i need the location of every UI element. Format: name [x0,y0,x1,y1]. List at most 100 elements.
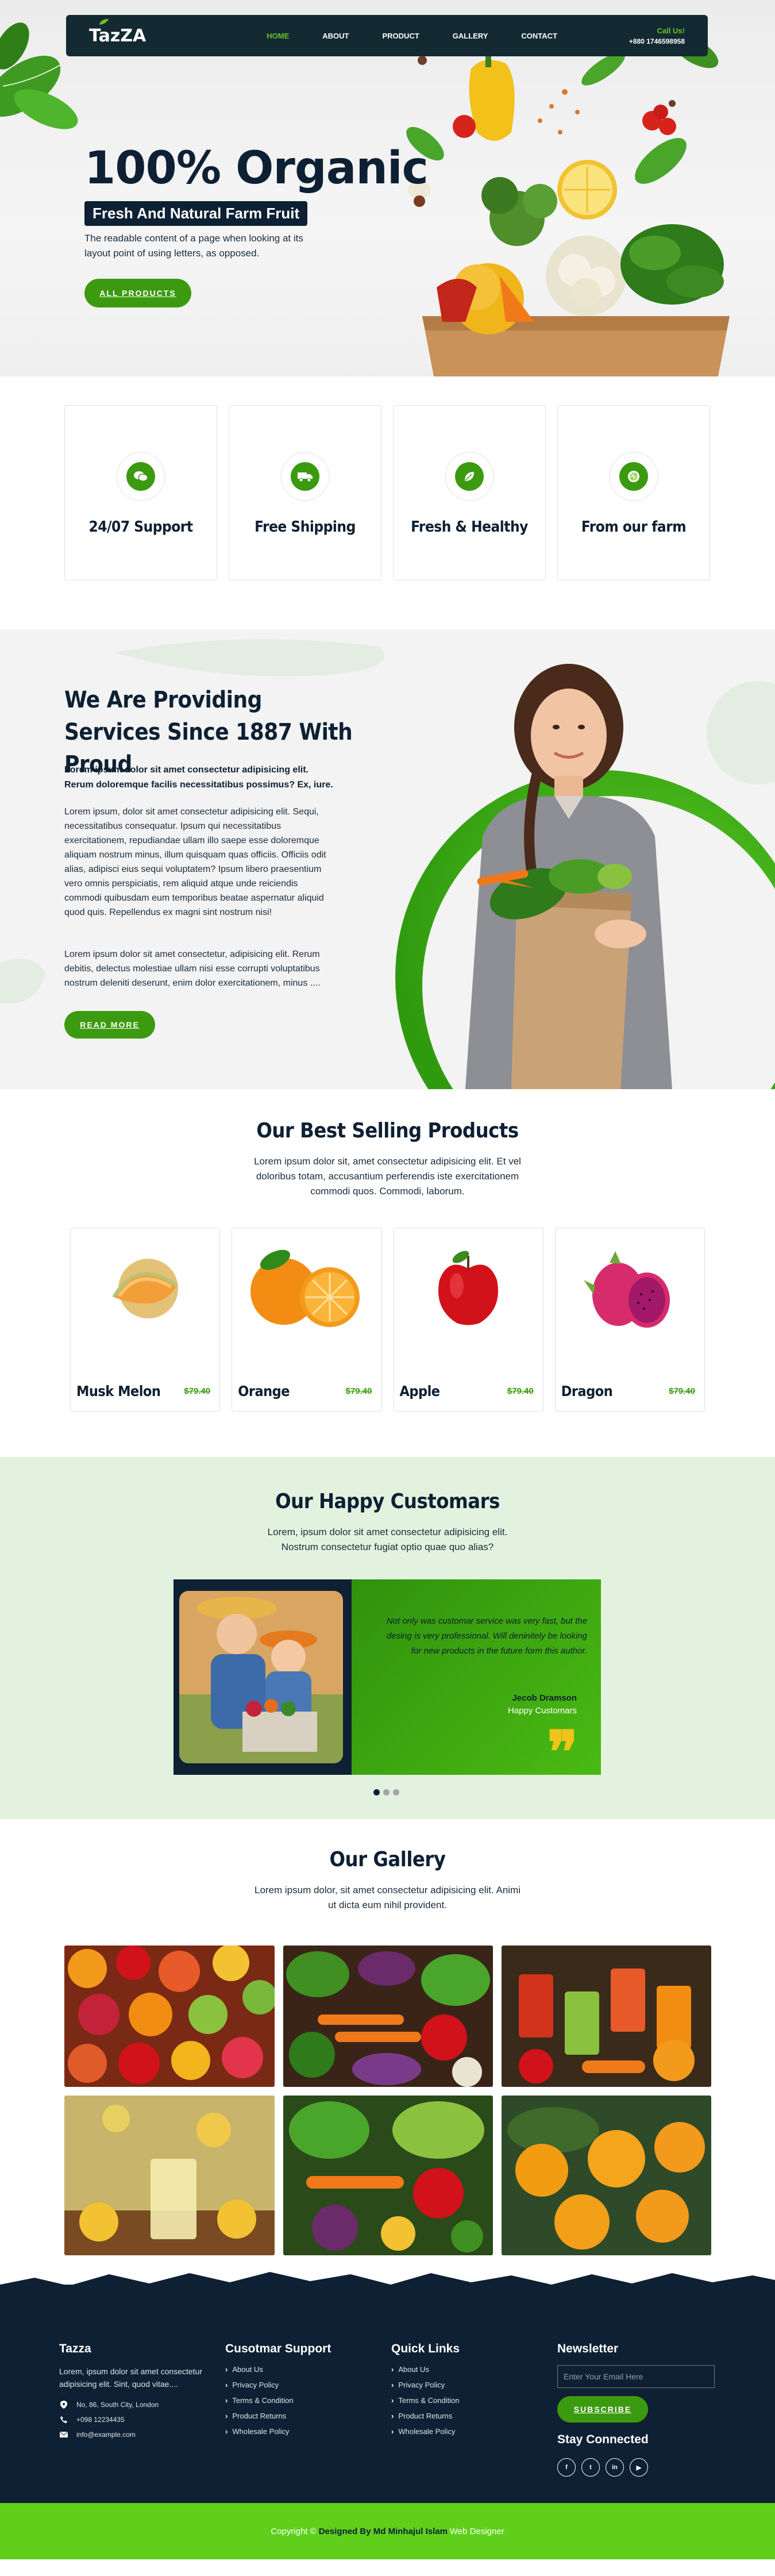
copyright-prefix: Copyright © [271,2526,317,2536]
footer-email[interactable]: info@example.com [59,2431,214,2439]
footer-link[interactable]: › Terms & Condition [225,2396,331,2405]
newsletter-email-input[interactable] [557,2365,715,2388]
product-card[interactable]: Musk Melon $79.40 [70,1228,221,1412]
product-price: $79.40 [184,1386,211,1396]
customer-photo [179,1591,343,1763]
nav-link-gallery[interactable]: GALLERY [453,32,488,40]
footer-link[interactable]: › Privacy Policy [225,2381,331,2389]
apple-image [394,1245,543,1343]
quote-mark-icon: ❞ [547,1718,578,1786]
facebook-icon[interactable]: f [557,2458,576,2477]
testimonial-role: Happy Customars [507,1706,577,1716]
logo-text: TazZA [89,25,146,46]
gallery-image-veggie-pile[interactable] [283,2096,493,2255]
features-section: 24/07 Support Free Shipping Fresh & Heal… [0,376,775,629]
nav-link-product[interactable]: PRODUCT [383,32,419,40]
gallery-section: Our Gallery Lorem ipsum dolor, sit amet … [0,1819,775,2285]
chevron-right-icon: › [225,2412,228,2420]
about-paragraph: Lorem ipsum dolor sit amet consectetur, … [64,949,321,988]
carousel-dot[interactable] [373,1789,380,1795]
footer-link[interactable]: › About Us [391,2365,460,2374]
feature-title: Free Shipping [255,518,356,536]
footer-phone[interactable]: +098 12234435 [59,2416,214,2424]
support-chat-icon [116,452,165,501]
gallery-description: Lorem ipsum dolor, sit amet consectetur … [255,1885,520,1910]
stay-connected-title: Stay Connected [557,2433,649,2446]
call-number[interactable]: +880 1746598958 [629,37,685,45]
top-navbar: TazZA HOME ABOUT PRODUCT GALLERY CONTACT… [66,15,708,56]
phone-icon [59,2416,68,2423]
footer-link[interactable]: › Product Returns [391,2412,460,2420]
copyright-suffix: Web Designer [449,2526,504,2536]
product-grid: Musk Melon $79.40 Orange $79.40 Apple $7… [0,1228,775,1412]
carousel-dot[interactable] [383,1789,390,1795]
twitter-icon[interactable]: t [581,2458,600,2477]
nav-link-contact[interactable]: CONTACT [521,32,557,40]
subscribe-button[interactable]: SUBSCRIBE [557,2396,648,2423]
call-info: Call Us! +880 1746598958 [629,26,685,45]
footer-newsletter-column: Newsletter SUBSCRIBE Stay Connected f t … [557,2342,715,2477]
all-products-button[interactable]: ALL PRODUCTS [84,279,191,307]
product-card[interactable]: Dragon $79.40 [554,1228,705,1412]
musk-melon-image [71,1245,219,1343]
feature-card-shipping: Free Shipping [229,405,381,580]
chevron-right-icon: › [225,2365,228,2374]
about-paragraph: Lorem ipsum, dolor sit amet consectetur … [64,807,326,917]
product-name: Apple [399,1383,441,1400]
products-section: Our Best Selling Products Lorem ipsum do… [0,1089,775,1457]
chevron-right-icon: › [391,2427,394,2436]
gallery-image-vegetables[interactable] [283,1946,493,2087]
product-price: $79.40 [507,1386,534,1396]
testimonials-description: Lorem, ipsum dolor sit amet consectetur … [267,1527,508,1552]
product-price: $79.40 [669,1386,695,1396]
footer-address: No, 86, South City, London [59,2401,214,2409]
call-label: Call Us! [657,26,685,35]
footer-about-column: Tazza Lorem, ipsum dolor sit amet consec… [59,2342,214,2439]
product-name: Orange [238,1383,290,1400]
gallery-image-lemonade[interactable] [64,2096,275,2255]
hero-section: TazZA HOME ABOUT PRODUCT GALLERY CONTACT… [0,0,775,376]
product-card[interactable]: Apple $79.40 [393,1228,543,1412]
products-title: Our Best Selling Products [256,1119,519,1143]
delivery-truck-icon [280,452,330,501]
feature-title: From our farm [581,518,687,536]
footer-link[interactable]: › Privacy Policy [391,2381,460,2389]
location-icon [59,2401,68,2409]
read-more-button[interactable]: READ MORE [64,1011,155,1039]
chevron-right-icon: › [225,2427,228,2436]
footer-link[interactable]: › Product Returns [225,2412,331,2420]
gallery-image-juices[interactable] [502,1946,711,2087]
footer: Tazza Lorem, ipsum dolor sit amet consec… [0,2272,775,2503]
woman-with-groceries-illustration [465,664,672,1089]
footer-brand: Tazza [59,2342,91,2355]
gallery-image-oranges[interactable] [502,2096,711,2255]
nav-link-about[interactable]: ABOUT [322,32,349,40]
copyright-designer[interactable]: Designed By Md Minhajul Islam [319,2527,448,2536]
site-logo[interactable]: TazZA [89,18,146,46]
footer-support-title: Cusotmar Support [225,2342,331,2355]
footer-link[interactable]: › Wholesale Policy [391,2427,460,2436]
chevron-right-icon: › [391,2381,394,2389]
chevron-right-icon: › [225,2381,228,2389]
orange-image [232,1245,381,1343]
products-description: Lorem ipsum dolor sit, amet consectetur … [254,1156,521,1197]
footer-link[interactable]: › Wholesale Policy [225,2427,331,2436]
youtube-icon[interactable]: ▶ [630,2458,648,2477]
footer-newsletter-title: Newsletter [557,2342,619,2355]
linkedin-icon[interactable]: in [606,2458,624,2477]
footer-support-column: Cusotmar Support › About Us › Privacy Poli… [225,2342,331,2443]
nav-link-home[interactable]: HOME [267,32,289,40]
feature-title: 24/07 Support [88,518,193,536]
footer-quick-links-column: Quick Links › About Us › Privacy Policy › T… [391,2342,460,2443]
nav-links: HOME ABOUT PRODUCT GALLERY CONTACT [267,32,591,40]
gallery-image-mixed-fruits[interactable] [64,1946,275,2087]
testimonial-card: Not only was customar service was very f… [173,1579,601,1781]
social-links: f t in ▶ [557,2458,715,2477]
leaf-icon [99,18,109,25]
footer-link[interactable]: › Terms & Condition [391,2396,460,2405]
hero-title: 100% Organic [84,143,429,194]
footer-link[interactable]: › About Us [225,2365,331,2374]
product-card[interactable]: Orange $79.40 [232,1228,382,1412]
testimonials-section: Our Happy Customars Lorem, ipsum dolor s… [0,1457,775,1819]
carousel-dot[interactable] [393,1789,399,1795]
